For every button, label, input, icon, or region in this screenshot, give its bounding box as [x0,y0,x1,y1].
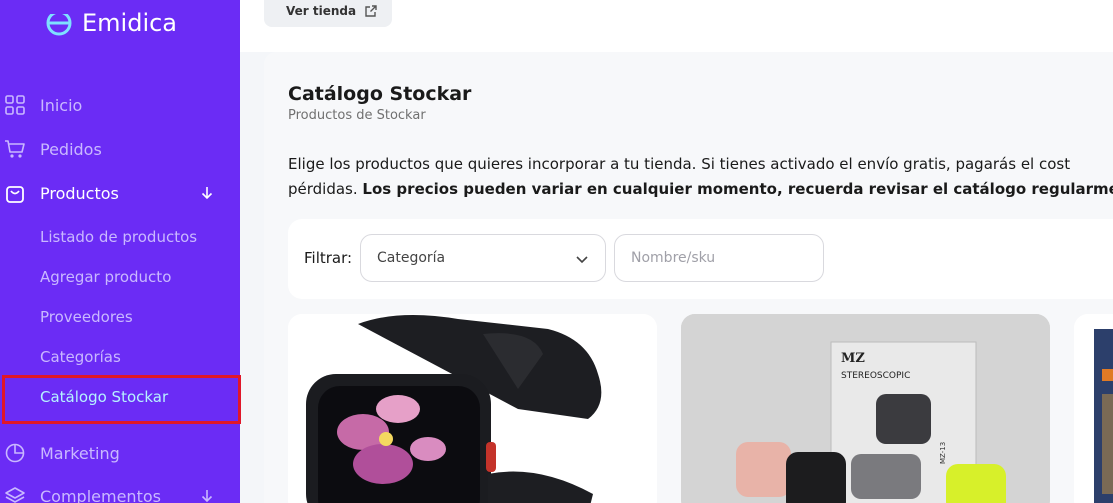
external-link-icon [365,4,377,17]
grid-icon [5,95,25,115]
sidebar: Emidica Inicio Pedidos Productos Listado… [0,0,241,503]
description-line-2: pérdidas. Los precios pueden variar en c… [288,177,1113,202]
product-image-partial [1074,314,1113,503]
description-bold-text: Los precios pueden variar en cualquier m… [362,180,1113,198]
product-card[interactable] [288,314,657,503]
box-brand-text: MZ [841,351,865,366]
layers-icon [5,487,25,503]
sidebar-item-label: Marketing [40,443,120,463]
ver-tienda-button[interactable]: Ver tienda [264,0,392,27]
bag-icon [6,186,24,203]
sidebar-item-label: Productos [40,183,119,203]
sidebar-item-marketing[interactable]: Marketing [0,433,240,473]
product-card[interactable] [1074,314,1113,503]
sidebar-item-label: Complementos [40,486,161,503]
sidebar-item-productos[interactable]: Productos [0,173,240,213]
product-card[interactable]: MZ STEREOSCOPIC MZ-13 [681,314,1050,503]
product-image-smartwatch [288,314,657,503]
name-sku-search-input[interactable] [614,234,824,282]
description-plain-text: pérdidas. [288,180,363,198]
ver-tienda-label: Ver tienda [286,3,357,18]
selection-highlight-box [2,375,241,424]
sidebar-item-label: Pedidos [40,139,102,159]
sidebar-item-pedidos[interactable]: Pedidos [0,129,240,169]
sidebar-item-label: Inicio [40,95,83,115]
category-select[interactable]: Categoría [360,234,606,282]
page-title: Catálogo Stockar [288,83,472,105]
brand-logo[interactable]: Emidica [44,8,177,38]
sidebar-subitem-listado[interactable]: Listado de productos [40,228,197,246]
catalog-description: Elige los productos que quieres incorpor… [288,152,1113,202]
logo-icon [46,10,72,36]
category-select-value: Categoría [377,250,446,266]
box-product-text: STEREOSCOPIC [841,371,910,381]
chevron-down-icon [576,256,588,264]
pie-chart-icon [5,443,25,463]
sidebar-item-inicio[interactable]: Inicio [0,85,240,125]
cart-icon [5,140,25,158]
main-content: Catálogo Stockar Productos de Stockar El… [264,52,1113,503]
arrow-down-icon [201,187,213,200]
sidebar-item-complementos[interactable]: Complementos [0,476,240,503]
filter-bar: Filtrar: Categoría [288,219,1113,299]
box-model-text: MZ-13 [939,442,947,464]
brand-name: Emidica [82,9,178,37]
top-bar: Ver tienda [240,0,1113,52]
sidebar-subitem-agregar[interactable]: Agregar producto [40,268,171,286]
filter-label: Filtrar: [304,249,353,267]
description-line-1: Elige los productos que quieres incorpor… [288,155,1071,173]
product-image-earbuds: MZ STEREOSCOPIC MZ-13 [681,314,1050,503]
page-subtitle: Productos de Stockar [288,108,426,123]
sidebar-subitem-proveedores[interactable]: Proveedores [40,308,133,326]
arrow-down-icon [201,490,213,503]
sidebar-subitem-categorias[interactable]: Categorías [40,348,121,366]
